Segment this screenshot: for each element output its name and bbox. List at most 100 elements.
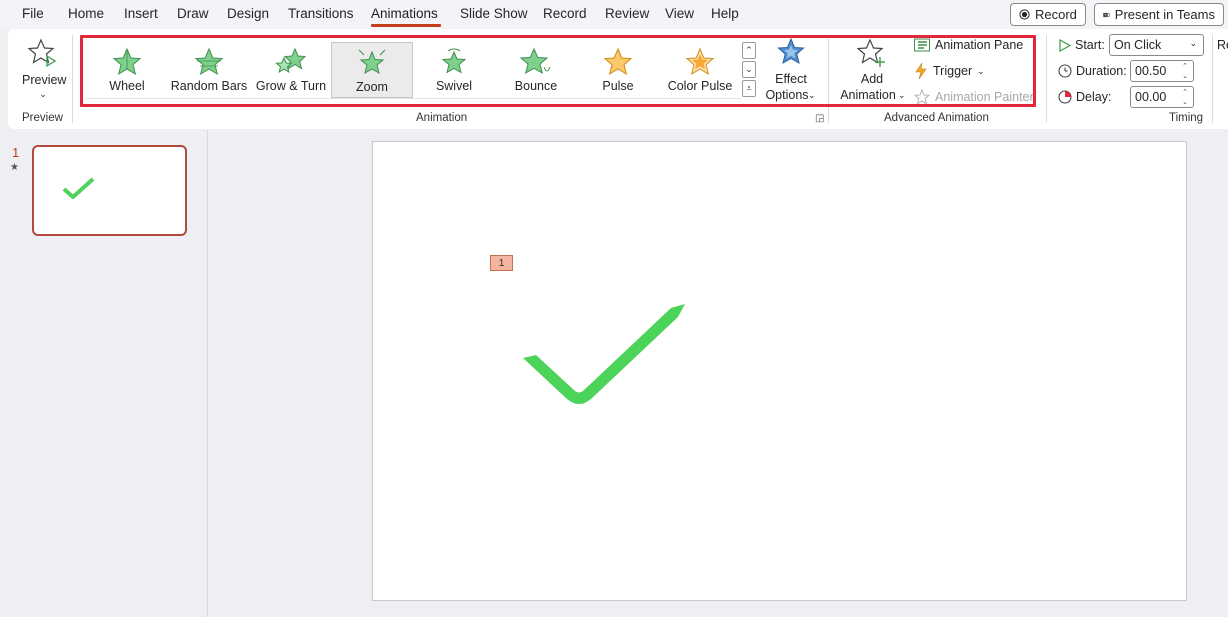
add-animation-label-line1: Add <box>860 72 884 86</box>
animation-pane-button[interactable]: Animation Pane <box>914 38 1023 52</box>
record-button-label: Record <box>1035 7 1077 22</box>
spinner-up-icon: ⌃ <box>1182 63 1188 70</box>
present-in-teams-button[interactable]: T Present in Teams <box>1094 3 1224 26</box>
chevron-down-icon: ⌄ <box>745 64 753 74</box>
animation-order-tag[interactable]: 1 <box>490 255 513 271</box>
tab-file[interactable]: File <box>22 6 44 21</box>
pulse-star-icon <box>603 47 633 76</box>
effect-options-star-icon <box>777 38 805 65</box>
effect-options-chevron-icon: ⌄ <box>808 90 816 100</box>
tab-review[interactable]: Review <box>605 6 649 21</box>
gallery-divider <box>86 98 741 99</box>
random-bars-star-icon <box>194 47 224 76</box>
tab-insert[interactable]: Insert <box>124 6 158 21</box>
bounce-star-icon <box>520 47 551 75</box>
wheel-star-icon <box>112 47 142 76</box>
play-icon <box>1059 38 1071 52</box>
delay-value: 00.00 <box>1135 90 1167 104</box>
tab-transitions[interactable]: Transitions <box>288 6 354 21</box>
tab-design[interactable]: Design <box>227 6 269 21</box>
gallery-more-button[interactable]: ⩡ <box>742 80 756 97</box>
gallery-scroll-up-button[interactable]: ⌃ <box>742 42 756 59</box>
animation-zoom[interactable]: Zoom <box>331 42 413 98</box>
tab-view[interactable]: View <box>665 6 694 21</box>
animation-grow-turn-label: Grow & Turn <box>255 79 327 93</box>
trigger-label: Trigger <box>933 64 973 78</box>
lightning-icon <box>915 63 927 79</box>
delay-spinner[interactable]: ⌃ ⌄ <box>1179 87 1191 107</box>
animation-dialog-launcher-icon[interactable]: ◲ <box>815 113 824 124</box>
tab-home[interactable]: Home <box>68 6 104 21</box>
animation-star-icon: ★ <box>10 162 19 173</box>
animation-pulse-label: Pulse <box>602 79 634 93</box>
duration-input[interactable]: 00.50 ⌃ ⌄ <box>1130 60 1194 82</box>
animation-random-bars-label: Random Bars <box>170 79 248 93</box>
present-in-teams-label: Present in Teams <box>1114 7 1215 22</box>
effect-options-button[interactable]: Effect Options ⌄ <box>762 38 820 104</box>
tab-record[interactable]: Record <box>543 6 587 21</box>
advanced-animation-group-label: Advanced Animation <box>884 112 989 124</box>
delay-row: Delay: <box>1058 90 1111 104</box>
trigger-chevron-icon: ⌄ <box>977 65 985 76</box>
delay-input[interactable]: 00.00 ⌃ ⌄ <box>1130 86 1194 108</box>
checkmark-shape[interactable] <box>505 295 705 435</box>
expand-gallery-icon: ⩡ <box>746 83 752 93</box>
chevron-up-icon: ⌃ <box>745 45 753 55</box>
animation-grow-turn[interactable]: Grow & Turn <box>250 42 332 98</box>
zoom-star-icon <box>358 49 386 75</box>
reorder-label-cut: Re <box>1217 38 1228 52</box>
duration-value: 00.50 <box>1135 64 1167 78</box>
tab-animations[interactable]: Animations <box>371 6 438 21</box>
animation-swivel[interactable]: Swivel <box>413 42 495 98</box>
animation-painter-label: Animation Painter <box>935 90 1034 104</box>
active-tab-indicator <box>371 24 441 27</box>
checkmark-thumbnail-icon <box>62 177 95 199</box>
separator <box>1046 35 1047 123</box>
animation-random-bars[interactable]: Random Bars <box>168 42 250 98</box>
start-select[interactable]: On Click ⌄ <box>1109 34 1204 56</box>
animation-pulse[interactable]: Pulse <box>577 42 659 98</box>
tab-draw[interactable]: Draw <box>177 6 209 21</box>
animation-painter-button[interactable]: Animation Painter <box>914 89 1034 105</box>
add-animation-label-line2: Animation <box>840 88 896 102</box>
add-animation-star-icon <box>857 38 885 67</box>
color-pulse-star-icon <box>685 47 715 76</box>
animation-bounce[interactable]: Bounce <box>495 42 577 98</box>
teams-icon: T <box>1103 12 1110 17</box>
record-dot-icon <box>1019 9 1030 20</box>
slide-thumbnail[interactable] <box>32 145 187 236</box>
separator <box>1212 35 1213 123</box>
slide[interactable] <box>372 141 1187 601</box>
animation-bounce-label: Bounce <box>514 79 558 93</box>
record-button[interactable]: Record <box>1010 3 1086 26</box>
trigger-button[interactable]: Trigger ⌄ <box>914 63 985 79</box>
duration-spinner[interactable]: ⌃ ⌄ <box>1179 61 1191 81</box>
duration-row: Duration: <box>1058 64 1127 78</box>
start-label: Start: <box>1075 38 1105 52</box>
animation-wheel[interactable]: Wheel <box>86 42 168 98</box>
tab-help[interactable]: Help <box>711 6 739 21</box>
grow-turn-star-icon <box>275 47 307 74</box>
preview-group-label: Preview <box>22 112 63 124</box>
effect-options-label-line1: Effect <box>775 72 807 86</box>
separator <box>828 35 829 123</box>
preview-dropdown-chevron-icon: ⌄ <box>39 89 47 99</box>
swivel-star-icon <box>441 48 467 74</box>
animation-painter-icon <box>914 89 930 105</box>
effect-options-label-line2: Options <box>765 88 809 102</box>
clock-icon <box>1058 64 1072 78</box>
slide-number: 1 <box>12 145 20 160</box>
delay-label: Delay: <box>1076 90 1112 104</box>
delay-clock-icon <box>1058 90 1072 104</box>
tab-slide-show[interactable]: Slide Show <box>460 6 528 21</box>
preview-button[interactable]: Preview ⌄ <box>22 38 66 102</box>
add-animation-button[interactable]: Add Animation ⌄ <box>836 38 908 104</box>
animation-color-pulse[interactable]: Color Pulse <box>659 42 741 98</box>
gallery-scroll-down-button[interactable]: ⌄ <box>742 61 756 78</box>
animation-zoom-label: Zoom <box>356 80 388 94</box>
animation-pane-label: Animation Pane <box>935 38 1024 52</box>
animation-color-pulse-label: Color Pulse <box>667 79 733 93</box>
animation-swivel-label: Swivel <box>435 79 473 93</box>
timing-group-label: Timing <box>1169 112 1204 124</box>
separator <box>72 35 73 123</box>
